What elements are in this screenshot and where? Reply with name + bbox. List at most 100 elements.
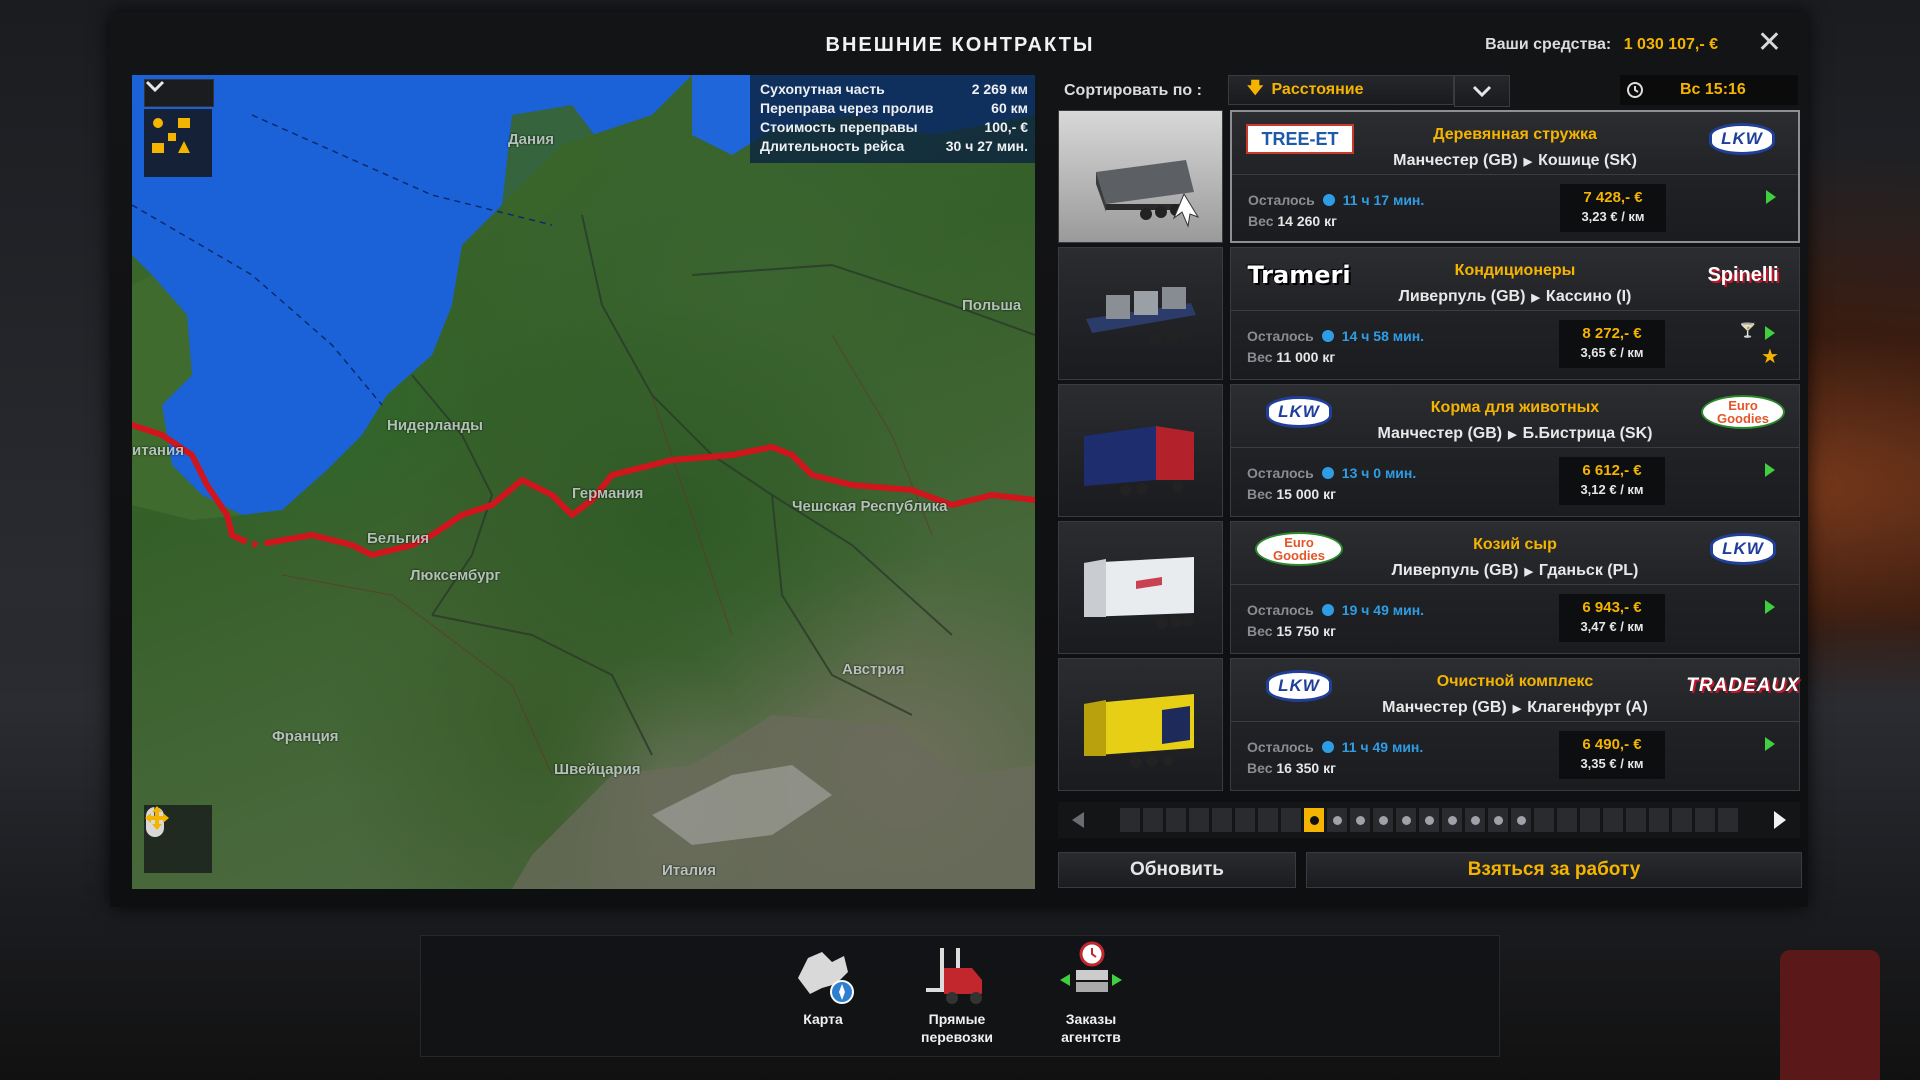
pager-page[interactable] bbox=[1695, 808, 1715, 832]
pager-page[interactable] bbox=[1488, 808, 1508, 832]
route-text: Манчестер (GB) ▶ Клагенфурт (A) bbox=[1231, 699, 1799, 717]
game-time: Вс 15:16 bbox=[1680, 81, 1746, 98]
map-label-czech: Чешская Республика bbox=[792, 498, 948, 515]
route-destination: Клагенфурт (A) bbox=[1527, 699, 1648, 716]
pager-page[interactable] bbox=[1258, 808, 1278, 832]
dock-direct-line2: перевозки bbox=[921, 1029, 993, 1045]
route-destination: Кассино (I) bbox=[1545, 288, 1632, 305]
dock-agency-line1: Заказы bbox=[1065, 1011, 1117, 1027]
pager-page[interactable] bbox=[1580, 808, 1600, 832]
pager-prev-button[interactable] bbox=[1058, 802, 1098, 838]
timer-icon bbox=[1322, 194, 1335, 206]
trailer-thumbnail bbox=[1058, 247, 1223, 380]
contract-row[interactable]: LKW Euro Goodies Корма для животных Манче… bbox=[1058, 384, 1800, 517]
play-arrow-icon[interactable] bbox=[1766, 190, 1776, 204]
arrow-right-icon: ▶ bbox=[1523, 156, 1533, 168]
pager-page-current[interactable] bbox=[1304, 808, 1324, 832]
pager-page[interactable] bbox=[1534, 808, 1554, 832]
timer-icon bbox=[1321, 330, 1334, 342]
route-info-value: 60 км bbox=[991, 100, 1028, 116]
pager-page[interactable] bbox=[1143, 808, 1163, 832]
remaining-time: 14 ч 58 мин. bbox=[1341, 328, 1425, 344]
play-arrow-icon[interactable] bbox=[1765, 463, 1775, 477]
route-info-value: 2 269 км bbox=[971, 81, 1028, 97]
dock-agency-button[interactable]: Заказы агентств bbox=[1031, 936, 1151, 1056]
map-label-belgium: Бельгия bbox=[367, 530, 430, 547]
pager-page[interactable] bbox=[1235, 808, 1255, 832]
divider bbox=[1232, 174, 1798, 175]
sort-dropdown-button[interactable] bbox=[1454, 75, 1510, 107]
map-filters-button[interactable] bbox=[144, 109, 212, 177]
contract-row[interactable]: LKW TRADEAUX Очистной комплекс Манчестер… bbox=[1058, 658, 1800, 791]
map-collapse-button[interactable] bbox=[144, 79, 214, 107]
contract-card: LKW TRADEAUX Очистной комплекс Манчестер… bbox=[1230, 658, 1800, 791]
play-arrow-icon[interactable] bbox=[1765, 737, 1775, 751]
pager-dot bbox=[1401, 815, 1411, 825]
weight-value: 11 000 кг bbox=[1276, 349, 1336, 365]
route-info-value: 30 ч 27 мин. bbox=[945, 138, 1028, 154]
contract-details: Осталось 11 ч 17 мин. Вес 14 260 кг bbox=[1248, 190, 1424, 232]
take-job-button[interactable]: Взяться за работу bbox=[1306, 852, 1802, 888]
weight-label: Вес bbox=[1247, 486, 1273, 502]
route-map[interactable]: Дания Польша Нидерланды итания Германия … bbox=[132, 75, 1035, 889]
dock-direct-button[interactable]: Прямые перевозки bbox=[897, 936, 1017, 1056]
pager-page[interactable] bbox=[1511, 808, 1531, 832]
weight-label: Вес bbox=[1248, 213, 1274, 229]
contract-row[interactable]: Trameri Spinelli Кондиционеры Ливерпуль … bbox=[1058, 247, 1800, 380]
timer-icon bbox=[1321, 741, 1334, 753]
remaining-label: Осталось bbox=[1247, 328, 1314, 344]
contract-details: Осталось 14 ч 58 мин. Вес 11 000 кг bbox=[1247, 326, 1424, 368]
contract-row[interactable]: TREE-ET LKW Деревянная стружка Манчестер… bbox=[1058, 110, 1800, 243]
arrow-right-icon: ▶ bbox=[1508, 429, 1517, 441]
pager-page[interactable] bbox=[1626, 808, 1646, 832]
pager-dot bbox=[1516, 815, 1526, 825]
pager-page[interactable] bbox=[1327, 808, 1347, 832]
bottom-dock: Карта Прямые перевозки Заказы агентств bbox=[420, 935, 1500, 1057]
trailer-thumbnail bbox=[1058, 521, 1223, 654]
background-object bbox=[1780, 950, 1880, 1080]
pager-next-button[interactable] bbox=[1760, 802, 1800, 838]
dock-map-button[interactable]: Карта bbox=[763, 936, 883, 1056]
pager-page[interactable] bbox=[1212, 808, 1232, 832]
price-value: 6 943,- € bbox=[1582, 599, 1642, 616]
play-arrow-icon[interactable] bbox=[1765, 326, 1775, 340]
weight-value: 16 350 кг bbox=[1276, 760, 1336, 776]
contract-row[interactable]: Euro Goodies LKW Козий сыр Ливерпуль (GB)… bbox=[1058, 521, 1800, 654]
pager-page[interactable] bbox=[1649, 808, 1669, 832]
price-value: 6 612,- € bbox=[1582, 462, 1642, 479]
route-text: Ливерпуль (GB) ▶ Гданьск (PL) bbox=[1231, 562, 1799, 580]
pager-dot bbox=[1332, 815, 1342, 825]
pager-page[interactable] bbox=[1557, 808, 1577, 832]
map-label-denmark: Дания bbox=[508, 131, 555, 148]
trailer-thumbnail bbox=[1058, 384, 1223, 517]
price-per-km: 3,35 € / км bbox=[1580, 756, 1644, 771]
map-mouse-hint bbox=[144, 805, 212, 873]
pager-page[interactable] bbox=[1350, 808, 1370, 832]
pager-page[interactable] bbox=[1189, 808, 1209, 832]
route-destination: Б.Бистрица (SK) bbox=[1522, 425, 1653, 442]
route-info-label: Переправа через пролив bbox=[760, 100, 934, 116]
pager-page[interactable] bbox=[1442, 808, 1462, 832]
pager-page[interactable] bbox=[1281, 808, 1301, 832]
pager-page[interactable] bbox=[1672, 808, 1692, 832]
pager-page[interactable] bbox=[1120, 808, 1140, 832]
play-arrow-icon[interactable] bbox=[1765, 600, 1775, 614]
sort-select[interactable]: 🡇 Расстояние bbox=[1228, 75, 1454, 105]
pager-page[interactable] bbox=[1396, 808, 1416, 832]
arrow-down-icon: 🡇 bbox=[1247, 79, 1264, 97]
funds-label: Ваши средства: bbox=[1485, 36, 1612, 53]
pager-page[interactable] bbox=[1419, 808, 1439, 832]
dock-direct-label: Прямые перевозки bbox=[897, 1010, 1017, 1046]
pager-page[interactable] bbox=[1373, 808, 1393, 832]
pager-page[interactable] bbox=[1603, 808, 1623, 832]
refresh-button[interactable]: Обновить bbox=[1058, 852, 1296, 888]
pager-dot bbox=[1424, 815, 1434, 825]
pager-page[interactable] bbox=[1465, 808, 1485, 832]
close-icon[interactable]: ✕ bbox=[1757, 28, 1782, 58]
pager-page[interactable] bbox=[1718, 808, 1738, 832]
pager-page[interactable] bbox=[1166, 808, 1186, 832]
route-info-label: Стоимость переправы bbox=[760, 119, 918, 135]
flatbed-trailer-image bbox=[1085, 286, 1196, 345]
arrow-right-icon bbox=[1774, 811, 1786, 829]
map-label-france: Франция bbox=[272, 728, 339, 745]
